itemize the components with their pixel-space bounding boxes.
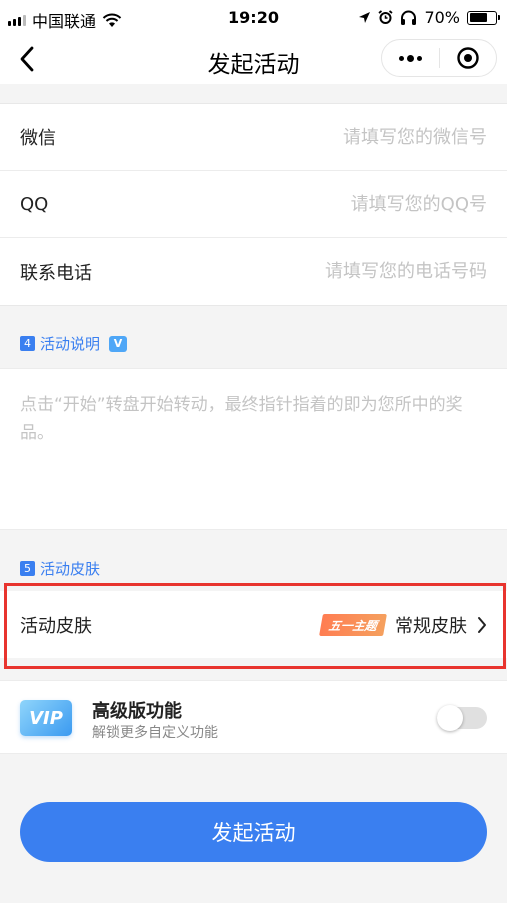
wechat-row: 微信 xyxy=(0,104,507,171)
vip-feature-row: VIP 高级版功能 解锁更多自定义功能 xyxy=(0,680,507,754)
submit-button[interactable]: 发起活动 xyxy=(20,802,487,862)
section-number-badge: 4 xyxy=(20,336,35,351)
navigation-bar: 发起活动 xyxy=(0,34,507,84)
vip-toggle[interactable] xyxy=(437,705,487,731)
more-button[interactable] xyxy=(382,40,439,76)
skin-row-label: 活动皮肤 xyxy=(20,615,92,637)
selected-skin: 常规皮肤 xyxy=(395,615,467,637)
phone-input[interactable] xyxy=(227,261,487,282)
skin-row-value: 五一主题 常规皮肤 xyxy=(319,612,487,638)
battery-percent: 70% xyxy=(424,8,460,27)
vip-title: 高级版功能 xyxy=(92,701,182,722)
close-miniprogram-button[interactable] xyxy=(440,40,497,76)
more-dots-icon xyxy=(398,54,422,62)
skin-select-row[interactable]: 活动皮肤 五一主题 常规皮肤 xyxy=(0,591,507,658)
section-number-badge: 5 xyxy=(20,561,35,576)
description-box xyxy=(0,368,507,530)
alarm-icon xyxy=(378,10,393,24)
battery-level xyxy=(469,13,487,22)
qq-label: QQ xyxy=(20,193,49,215)
phone-row: 联系电话 xyxy=(0,238,507,305)
status-right: 70% xyxy=(358,8,500,27)
wechat-input[interactable] xyxy=(227,126,487,148)
miniprogram-close-icon xyxy=(457,47,479,69)
toggle-knob xyxy=(437,705,463,731)
phone-label: 联系电话 xyxy=(20,262,92,284)
theme-tag: 五一主题 xyxy=(319,613,387,636)
skin-section-title: 活动皮肤 xyxy=(40,560,101,578)
description-section-header: 4 活动说明 V xyxy=(20,333,128,354)
headphones-icon xyxy=(401,10,417,25)
location-arrow-icon xyxy=(359,12,371,23)
chevron-right-icon xyxy=(478,616,486,633)
skin-section-header: 5 活动皮肤 xyxy=(20,558,100,579)
description-section-title: 活动说明 xyxy=(40,335,101,353)
vip-v-badge: V xyxy=(109,335,128,352)
qq-input[interactable] xyxy=(227,193,487,215)
description-textarea[interactable] xyxy=(20,391,487,507)
qq-row: QQ xyxy=(0,171,507,238)
wechat-label: 微信 xyxy=(20,128,56,149)
status-bar: 中国联通 19:20 70% xyxy=(0,0,507,34)
battery-icon xyxy=(467,10,500,25)
miniprogram-capsule xyxy=(381,39,497,77)
vip-subtitle: 解锁更多自定义功能 xyxy=(92,725,218,741)
contact-form: 微信 QQ 联系电话 xyxy=(0,103,507,306)
vip-badge-icon: VIP xyxy=(20,700,72,736)
